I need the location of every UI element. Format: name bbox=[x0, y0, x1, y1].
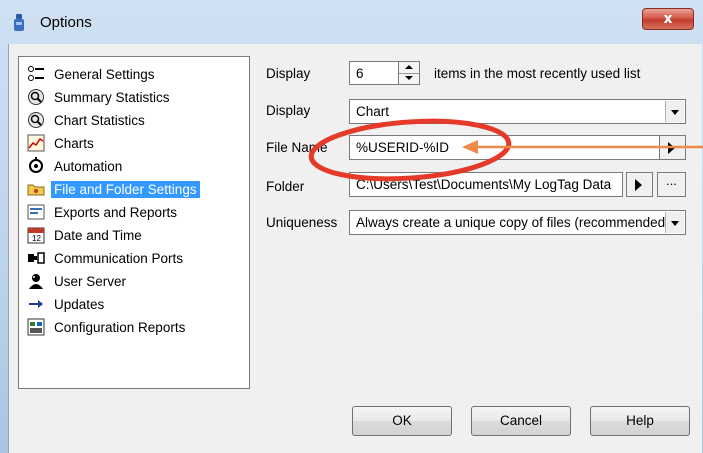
nav-item-communication-ports[interactable]: Communication Ports bbox=[27, 248, 186, 268]
recent-count-suffix: items in the most recently used list bbox=[434, 66, 641, 81]
recent-count-value: 6 bbox=[356, 66, 364, 81]
title-bar: Options x bbox=[0, 0, 703, 44]
nav-item-updates[interactable]: Updates bbox=[27, 294, 107, 314]
general-settings-icon bbox=[28, 66, 44, 81]
options-window: Options x General Settings Summary Stati… bbox=[0, 0, 703, 453]
folder-value: C:\Users\Test\Documents\My LogTag Data bbox=[356, 177, 612, 192]
display-count-label: Display bbox=[266, 66, 311, 81]
nav-label: Exports and Reports bbox=[54, 204, 178, 220]
display-mode-value: Chart bbox=[356, 104, 390, 119]
nav-label: User Server bbox=[54, 273, 127, 289]
nav-item-configuration-reports[interactable]: Configuration Reports bbox=[27, 317, 188, 337]
display-mode-label: Display bbox=[266, 103, 311, 118]
recent-count-input[interactable]: 6 bbox=[349, 61, 399, 85]
file-name-label: File Name bbox=[266, 140, 328, 155]
nav-label: Summary Statistics bbox=[54, 89, 170, 105]
close-button[interactable]: x bbox=[642, 8, 694, 30]
chart-statistics-icon bbox=[28, 112, 44, 128]
window-title: Options bbox=[40, 14, 92, 31]
app-icon bbox=[14, 14, 24, 31]
nav-item-user-server[interactable]: User Server bbox=[27, 271, 129, 291]
svg-text:12: 12 bbox=[32, 234, 41, 243]
recent-count-spinner[interactable] bbox=[398, 61, 420, 85]
cancel-button[interactable]: Cancel bbox=[471, 406, 571, 436]
ok-button[interactable]: OK bbox=[352, 406, 452, 436]
ports-icon bbox=[28, 252, 45, 264]
calendar-icon: 12 bbox=[27, 227, 45, 244]
nav-label: General Settings bbox=[54, 66, 155, 82]
file-name-input[interactable]: %USERID-%ID bbox=[349, 135, 660, 160]
uniqueness-select[interactable]: Always create a unique copy of files (re… bbox=[349, 210, 686, 235]
nav-item-date-and-time[interactable]: 12 Date and Time bbox=[27, 225, 145, 245]
nav-label: Automation bbox=[54, 158, 123, 174]
display-mode-select[interactable]: Chart bbox=[349, 99, 686, 124]
chevron-down-icon[interactable] bbox=[665, 101, 684, 122]
user-server-icon bbox=[29, 274, 43, 289]
settings-category-list: General Settings Summary Statistics Char… bbox=[18, 56, 250, 389]
folder-label: Folder bbox=[266, 179, 305, 194]
exports-icon bbox=[27, 204, 45, 220]
configuration-reports-icon bbox=[27, 318, 45, 336]
arrow-right-icon bbox=[29, 300, 43, 308]
nav-item-general-settings[interactable]: General Settings bbox=[27, 64, 158, 84]
nav-item-file-and-folder-settings[interactable]: File and Folder Settings bbox=[27, 179, 200, 199]
folder-insert-button[interactable] bbox=[626, 172, 653, 197]
automation-icon bbox=[29, 157, 43, 173]
nav-label: Communication Ports bbox=[54, 250, 184, 266]
nav-item-automation[interactable]: Automation bbox=[27, 156, 125, 176]
nav-item-charts[interactable]: Charts bbox=[27, 133, 97, 153]
nav-label: File and Folder Settings bbox=[51, 180, 200, 198]
nav-label: Date and Time bbox=[54, 227, 142, 243]
uniqueness-label: Uniqueness bbox=[266, 215, 338, 230]
help-button[interactable]: Help bbox=[590, 406, 690, 436]
ellipsis-icon: ... bbox=[666, 173, 677, 188]
nav-item-summary-statistics[interactable]: Summary Statistics bbox=[27, 87, 173, 107]
folder-icon bbox=[27, 184, 45, 196]
summary-statistics-icon bbox=[28, 89, 44, 105]
nav-label: Chart Statistics bbox=[54, 112, 145, 128]
spinner-down-icon[interactable] bbox=[399, 73, 419, 84]
close-icon: x bbox=[663, 11, 673, 27]
file-name-value: %USERID-%ID bbox=[356, 140, 450, 155]
nav-label: Updates bbox=[54, 296, 105, 312]
file-name-insert-button[interactable] bbox=[659, 135, 686, 160]
nav-item-exports-and-reports[interactable]: Exports and Reports bbox=[27, 202, 180, 222]
nav-label: Charts bbox=[54, 135, 94, 151]
uniqueness-value: Always create a unique copy of files (re… bbox=[356, 215, 666, 230]
nav-item-chart-statistics[interactable]: Chart Statistics bbox=[27, 110, 148, 130]
folder-input[interactable]: C:\Users\Test\Documents\My LogTag Data bbox=[349, 172, 623, 197]
chevron-down-icon[interactable] bbox=[665, 212, 684, 233]
charts-icon bbox=[27, 134, 45, 152]
folder-browse-button[interactable]: ... bbox=[657, 172, 686, 197]
nav-label: Configuration Reports bbox=[54, 319, 186, 335]
